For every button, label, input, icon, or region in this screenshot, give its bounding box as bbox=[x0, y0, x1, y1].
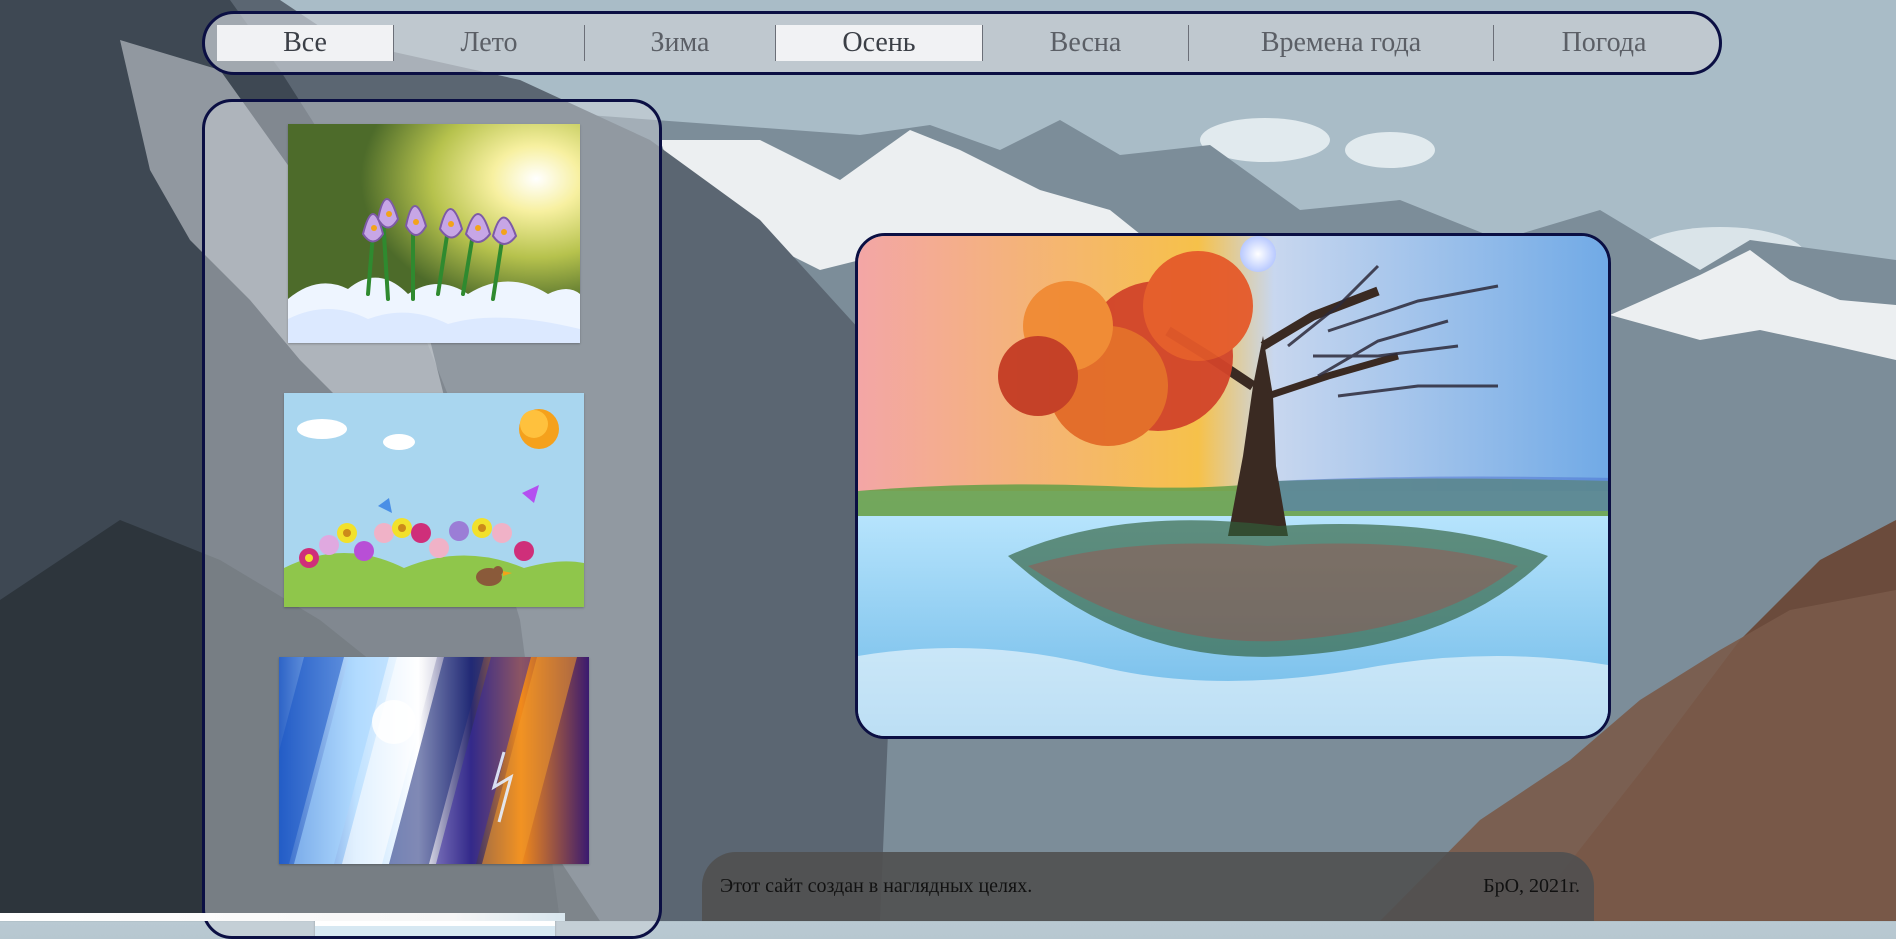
footer-right-text: БрО, 2021г. bbox=[1483, 875, 1580, 897]
bottom-image-strip bbox=[0, 913, 565, 921]
weather-collage-thumbnail[interactable] bbox=[279, 657, 589, 864]
thumbnail-sidebar bbox=[202, 99, 662, 939]
tab-zima[interactable]: Зима bbox=[585, 25, 776, 61]
four-seasons-tree-art bbox=[858, 236, 1608, 736]
four-seasons-tree-image bbox=[855, 233, 1611, 739]
footer-left-text: Этот сайт создан в наглядных целях. bbox=[720, 875, 1033, 897]
spring-cartoon-thumbnail[interactable] bbox=[284, 393, 584, 607]
tab-leto[interactable]: Лето bbox=[394, 25, 585, 61]
tab-vse[interactable]: Все bbox=[217, 25, 394, 61]
tab-osen[interactable]: Осень bbox=[776, 25, 983, 61]
tab-pogoda[interactable]: Погода bbox=[1494, 25, 1714, 61]
top-navigation: Все Лето Зима Осень Весна Времена года П… bbox=[202, 11, 1722, 75]
partial-thumbnail[interactable] bbox=[315, 918, 555, 939]
site-footer: Этот сайт создан в наглядных целях. БрО,… bbox=[702, 852, 1594, 921]
tab-vremena-goda[interactable]: Времена года bbox=[1189, 25, 1494, 61]
tab-vesna[interactable]: Весна bbox=[983, 25, 1189, 61]
crocus-in-snow-thumbnail[interactable] bbox=[288, 124, 580, 343]
